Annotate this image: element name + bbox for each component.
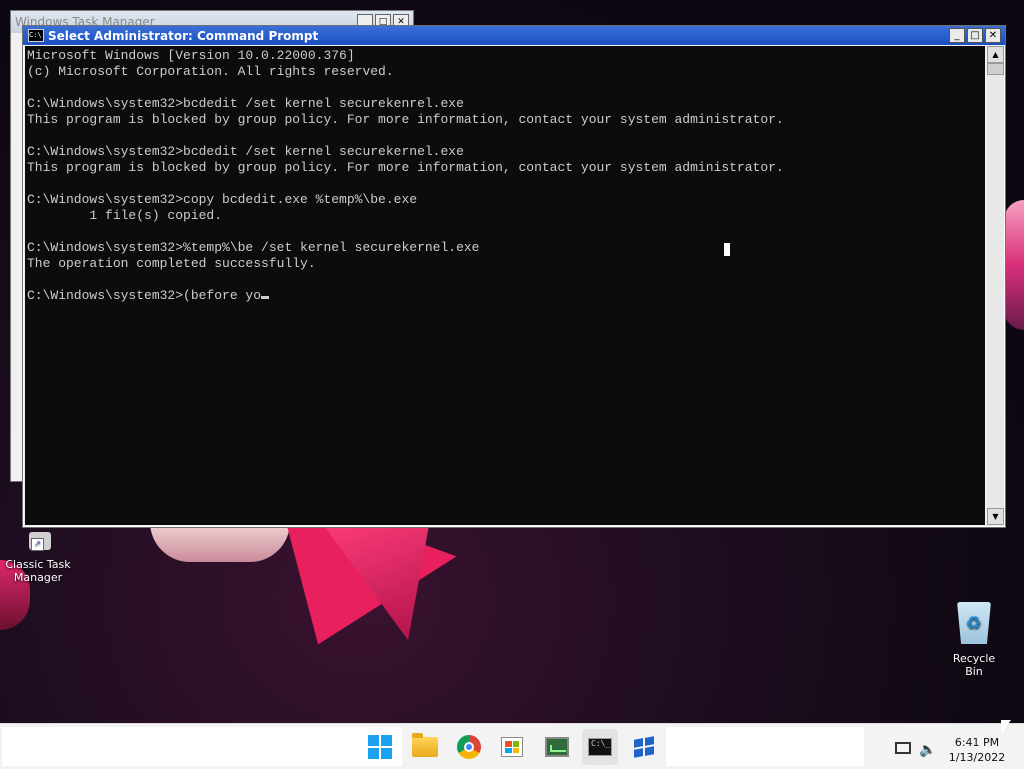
minimize-button[interactable]: _ bbox=[949, 28, 965, 43]
command-prompt-titlebar[interactable]: C:\ Select Administrator: Command Prompt… bbox=[23, 26, 1005, 45]
wallpaper-shape bbox=[1004, 200, 1024, 330]
console-line: C:\Windows\system32>bcdedit /set kernel … bbox=[27, 96, 464, 111]
desktop-icon-classic-task-manager[interactable]: ↗ Classic Task Manager bbox=[2, 532, 74, 584]
console-line: (c) Microsoft Corporation. All rights re… bbox=[27, 64, 394, 79]
taskbar-chrome[interactable] bbox=[451, 729, 487, 765]
mouse-pointer bbox=[1001, 720, 1011, 734]
windows-start-icon bbox=[368, 735, 392, 759]
windows-logo-icon bbox=[634, 736, 654, 758]
taskbar-microsoft-store[interactable] bbox=[494, 729, 530, 765]
vertical-scrollbar[interactable]: ▲ ▼ bbox=[987, 46, 1004, 525]
classic-task-manager-icon: ↗ bbox=[23, 532, 53, 554]
maximize-button[interactable]: □ bbox=[967, 28, 983, 43]
clock-date: 1/13/2022 bbox=[948, 751, 1006, 764]
folder-icon bbox=[412, 733, 438, 757]
task-manager-icon bbox=[545, 737, 569, 757]
taskbar: C:\_ bbox=[0, 723, 1024, 769]
console-text: Microsoft Windows [Version 10.0.22000.37… bbox=[25, 46, 985, 304]
console-line: C:\Windows\system32>%temp%\be /set kerne… bbox=[27, 240, 480, 255]
console-icon: C:\ bbox=[28, 29, 44, 42]
chrome-icon bbox=[457, 735, 481, 759]
start-button[interactable] bbox=[362, 729, 398, 765]
console-output[interactable]: Microsoft Windows [Version 10.0.22000.37… bbox=[25, 46, 985, 525]
network-icon[interactable] bbox=[895, 742, 911, 754]
console-input-line[interactable]: C:\Windows\system32>(before yo bbox=[27, 288, 985, 304]
desktop-icon-recycle-bin[interactable]: ♻ Recycle Bin bbox=[944, 602, 1004, 678]
taskbar-task-manager[interactable] bbox=[539, 729, 575, 765]
command-prompt-icon: C:\_ bbox=[588, 738, 612, 756]
recycle-bin-icon: ♻ bbox=[957, 602, 991, 644]
desktop-icon-label: Recycle Bin bbox=[952, 652, 996, 678]
console-line: C:\Windows\system32>copy bcdedit.exe %te… bbox=[27, 192, 418, 207]
console-line: 1 file(s) copied. bbox=[27, 208, 223, 223]
taskbar-blank-area bbox=[2, 727, 402, 766]
taskbar-file-explorer[interactable] bbox=[407, 729, 443, 765]
window-title: Select Administrator: Command Prompt bbox=[48, 28, 319, 43]
console-line: This program is blocked by group policy.… bbox=[27, 112, 784, 127]
taskbar-windows-app[interactable] bbox=[626, 729, 662, 765]
console-line: C:\Windows\system32>bcdedit /set kernel … bbox=[27, 144, 464, 159]
taskbar-blank-area bbox=[666, 727, 864, 766]
console-line: Microsoft Windows [Version 10.0.22000.37… bbox=[27, 48, 355, 63]
close-button[interactable]: ✕ bbox=[985, 28, 1001, 43]
taskbar-command-prompt[interactable]: C:\_ bbox=[582, 729, 618, 765]
console-line: This program is blocked by group policy.… bbox=[27, 160, 784, 175]
window-controls: _ □ ✕ bbox=[949, 28, 1001, 43]
text-cursor-ibeam bbox=[724, 243, 730, 256]
taskbar-clock[interactable]: 6:41 PM 1/13/2022 bbox=[944, 735, 1010, 765]
console-cursor bbox=[261, 296, 270, 299]
volume-icon[interactable]: 🔈 bbox=[919, 742, 936, 758]
scroll-up-button[interactable]: ▲ bbox=[987, 46, 1004, 63]
console-line: The operation completed successfully. bbox=[27, 256, 316, 271]
clock-time: 6:41 PM bbox=[954, 736, 1000, 749]
scroll-thumb[interactable] bbox=[987, 63, 1004, 75]
scroll-down-button[interactable]: ▼ bbox=[987, 508, 1004, 525]
desktop-icon-label: Classic Task Manager bbox=[5, 558, 71, 584]
store-icon bbox=[501, 737, 523, 757]
command-prompt-window[interactable]: C:\ Select Administrator: Command Prompt… bbox=[22, 25, 1006, 528]
